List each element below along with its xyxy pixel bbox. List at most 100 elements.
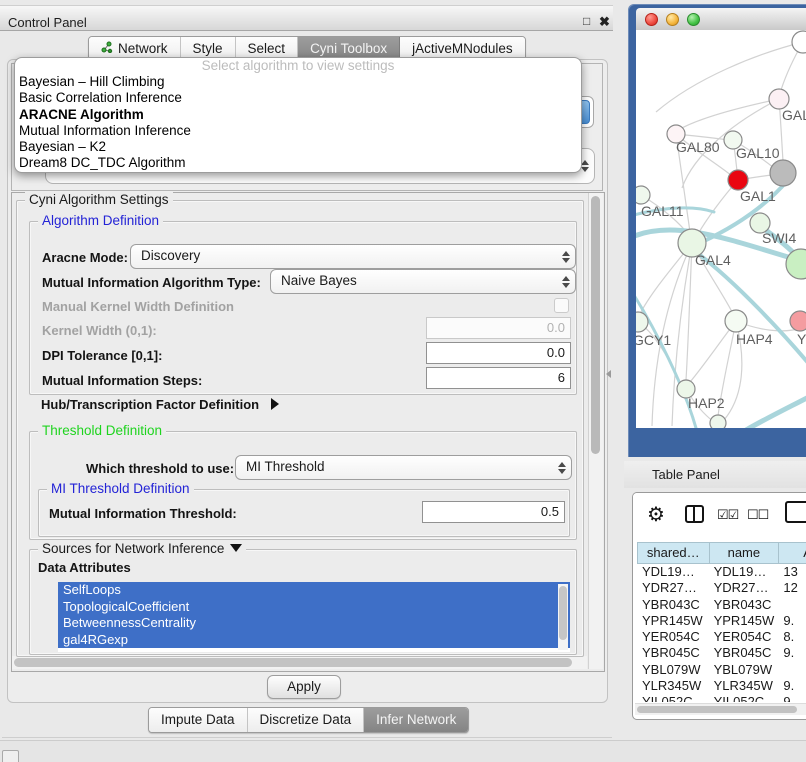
mac-close-icon[interactable]: [645, 13, 658, 26]
network-node-gal11[interactable]: [636, 186, 650, 204]
cyni-mode-tabbar: Impute Data Discretize Data Infer Network: [148, 707, 469, 733]
dropdown-item-bayesian-hill-climbing[interactable]: Bayesian – Hill Climbing: [15, 74, 581, 90]
manual-kernel-width-checkbox[interactable]: [554, 298, 569, 313]
network-node[interactable]: [786, 249, 806, 279]
table-body[interactable]: YDL19…YDL19…13YDR27…YDR27…12YBR043CYBR04…: [637, 564, 806, 702]
horizontal-scrollbar[interactable]: [12, 656, 587, 669]
network-node-y[interactable]: [790, 311, 806, 331]
table-cell: YBR043C: [709, 597, 779, 613]
hub-factor-section-toggle[interactable]: Hub/Transcription Factor Definition: [41, 397, 279, 412]
float-window-icon[interactable]: □: [583, 14, 590, 28]
column-header-a[interactable]: A: [779, 542, 806, 564]
table-row[interactable]: YDL19…YDL19…13: [637, 564, 806, 580]
table-row[interactable]: YBL079WYBL079W: [637, 662, 806, 678]
tab-label: Infer Network: [376, 712, 456, 727]
deselect-all-icon[interactable]: ☐☐: [747, 507, 768, 523]
tab-label: Discretize Data: [260, 712, 352, 727]
table-row[interactable]: YBR045CYBR045C9.: [637, 645, 806, 661]
sources-section-toggle[interactable]: Sources for Network Inference: [38, 541, 246, 556]
dropdown-item-bayesian-k2[interactable]: Bayesian – K2: [15, 139, 581, 155]
table-cell: 9.: [778, 678, 806, 694]
export-table-icon[interactable]: [785, 501, 806, 523]
network-icon: [101, 41, 113, 56]
scrollbar-thumb[interactable]: [14, 658, 572, 667]
node-label: GAL1: [740, 188, 776, 204]
table-row[interactable]: YBR043CYBR043C: [637, 597, 806, 613]
dropdown-item-mutual-information-inference[interactable]: Mutual Information Inference: [15, 123, 581, 139]
column-header-name[interactable]: name: [710, 542, 780, 564]
table-horizontal-scrollbar[interactable]: [635, 703, 806, 715]
network-node-hap4[interactable]: [725, 310, 747, 332]
aracne-mode-label: Aracne Mode:: [42, 250, 128, 265]
table-cell: YIL052C: [637, 694, 709, 702]
table-cell: YER054C: [637, 629, 709, 645]
scrollbar-thumb[interactable]: [591, 196, 600, 454]
table-panel-window: ⚙ ☑☑ ☐☐ shared…nameA YDL19…YDL19…13YDR27…: [632, 492, 806, 720]
table-row[interactable]: YLR345WYLR345W9.: [637, 678, 806, 694]
network-node[interactable]: [770, 160, 796, 186]
mi-steps-field[interactable]: 6: [426, 367, 571, 389]
table-cell: [778, 597, 806, 613]
table-cell: 9.: [778, 613, 806, 629]
control-panel-bottom-edge: [2, 737, 612, 738]
mi-steps-label: Mutual Information Steps:: [42, 373, 202, 388]
control-panel-title: Control Panel: [8, 15, 87, 30]
collapsed-arrow-icon: [271, 398, 279, 410]
dpi-tolerance-label: DPI Tolerance [0,1]:: [42, 348, 162, 363]
network-window-titlebar[interactable]: [636, 8, 806, 31]
close-panel-icon[interactable]: ✖: [599, 14, 610, 30]
data-attributes-list[interactable]: SelfLoopsTopologicalCoefficientBetweenne…: [58, 582, 570, 652]
vertical-scrollbar[interactable]: [588, 193, 603, 669]
dropdown-item-dream8-dc-tdc-algorithm[interactable]: Dream8 DC_TDC Algorithm: [15, 155, 581, 171]
tab-label: Select: [248, 41, 286, 56]
table-cell: 13: [778, 564, 806, 580]
attribute-item-betweennesscentrality[interactable]: BetweennessCentrality: [58, 615, 570, 632]
table-cell: [778, 662, 806, 678]
select-all-icon[interactable]: ☑☑: [717, 507, 738, 523]
threshold-definition-group: Threshold Definition Which threshold to …: [29, 431, 577, 540]
network-canvas[interactable]: GALGAL80GAL10GAL1GAL11GAL4SWI4GCY1HAP4YH…: [636, 30, 806, 428]
expanded-arrow-icon: [230, 544, 242, 552]
dropdown-item-basic-correlation-inference[interactable]: Basic Correlation Inference: [15, 90, 581, 106]
which-threshold-combobox[interactable]: MI Threshold: [235, 455, 572, 480]
network-node-gal1[interactable]: [728, 170, 748, 190]
column-view-icon[interactable]: [685, 505, 704, 523]
apply-button[interactable]: Apply: [267, 675, 341, 699]
aracne-mode-combobox[interactable]: Discovery: [130, 244, 576, 269]
attribute-item-gal4rgexp[interactable]: gal4RGexp: [58, 632, 570, 649]
mi-algorithm-type-combobox[interactable]: Naive Bayes: [270, 269, 576, 294]
table-row[interactable]: YDR27…YDR27…12: [637, 580, 806, 596]
list-vertical-scrollbar[interactable]: [558, 584, 568, 650]
dropdown-item-list: Bayesian – Hill ClimbingBasic Correlatio…: [15, 74, 581, 172]
dropdown-item-aracne-algorithm[interactable]: ARACNE Algorithm: [15, 107, 581, 123]
table-row[interactable]: YER054CYER054C8.: [637, 629, 806, 645]
table-row[interactable]: YIL052CYIL052C9: [637, 694, 806, 702]
network-node[interactable]: [710, 415, 726, 428]
mac-minimize-icon[interactable]: [666, 13, 679, 26]
network-node[interactable]: [792, 31, 806, 53]
network-edge: [680, 99, 779, 129]
corner-widget-icon[interactable]: [2, 750, 19, 762]
table-cell: YBL079W: [709, 662, 779, 678]
table-cell: 12: [778, 580, 806, 596]
kernel-width-field[interactable]: 0.0: [426, 317, 571, 339]
mi-threshold-field[interactable]: 0.5: [422, 501, 565, 523]
tab-impute-data[interactable]: Impute Data: [149, 708, 248, 732]
settings-gear-icon[interactable]: ⚙: [647, 502, 665, 527]
combobox-stepper-icon: [562, 251, 570, 263]
node-label: SWI4: [762, 230, 796, 246]
scrollbar-thumb[interactable]: [637, 706, 797, 713]
tab-label: Cyni Toolbox: [310, 41, 387, 56]
scrollbar-thumb[interactable]: [559, 586, 567, 640]
sources-for-network-inference-group: Sources for Network Inference Data Attri…: [29, 549, 577, 655]
table-row[interactable]: YPR145WYPR145W9.: [637, 613, 806, 629]
mac-zoom-icon[interactable]: [687, 13, 700, 26]
tab-infer-network[interactable]: Infer Network: [364, 708, 468, 732]
attribute-item-selfloops[interactable]: SelfLoops: [58, 582, 570, 599]
network-node-gal[interactable]: [769, 89, 789, 109]
column-header-shared[interactable]: shared…: [637, 542, 710, 564]
attribute-item-topologicalcoefficient[interactable]: TopologicalCoefficient: [58, 599, 570, 616]
dpi-tolerance-field[interactable]: 0.0: [426, 342, 571, 364]
tab-discretize-data[interactable]: Discretize Data: [248, 708, 365, 732]
combobox-value: MI Threshold: [246, 459, 325, 474]
